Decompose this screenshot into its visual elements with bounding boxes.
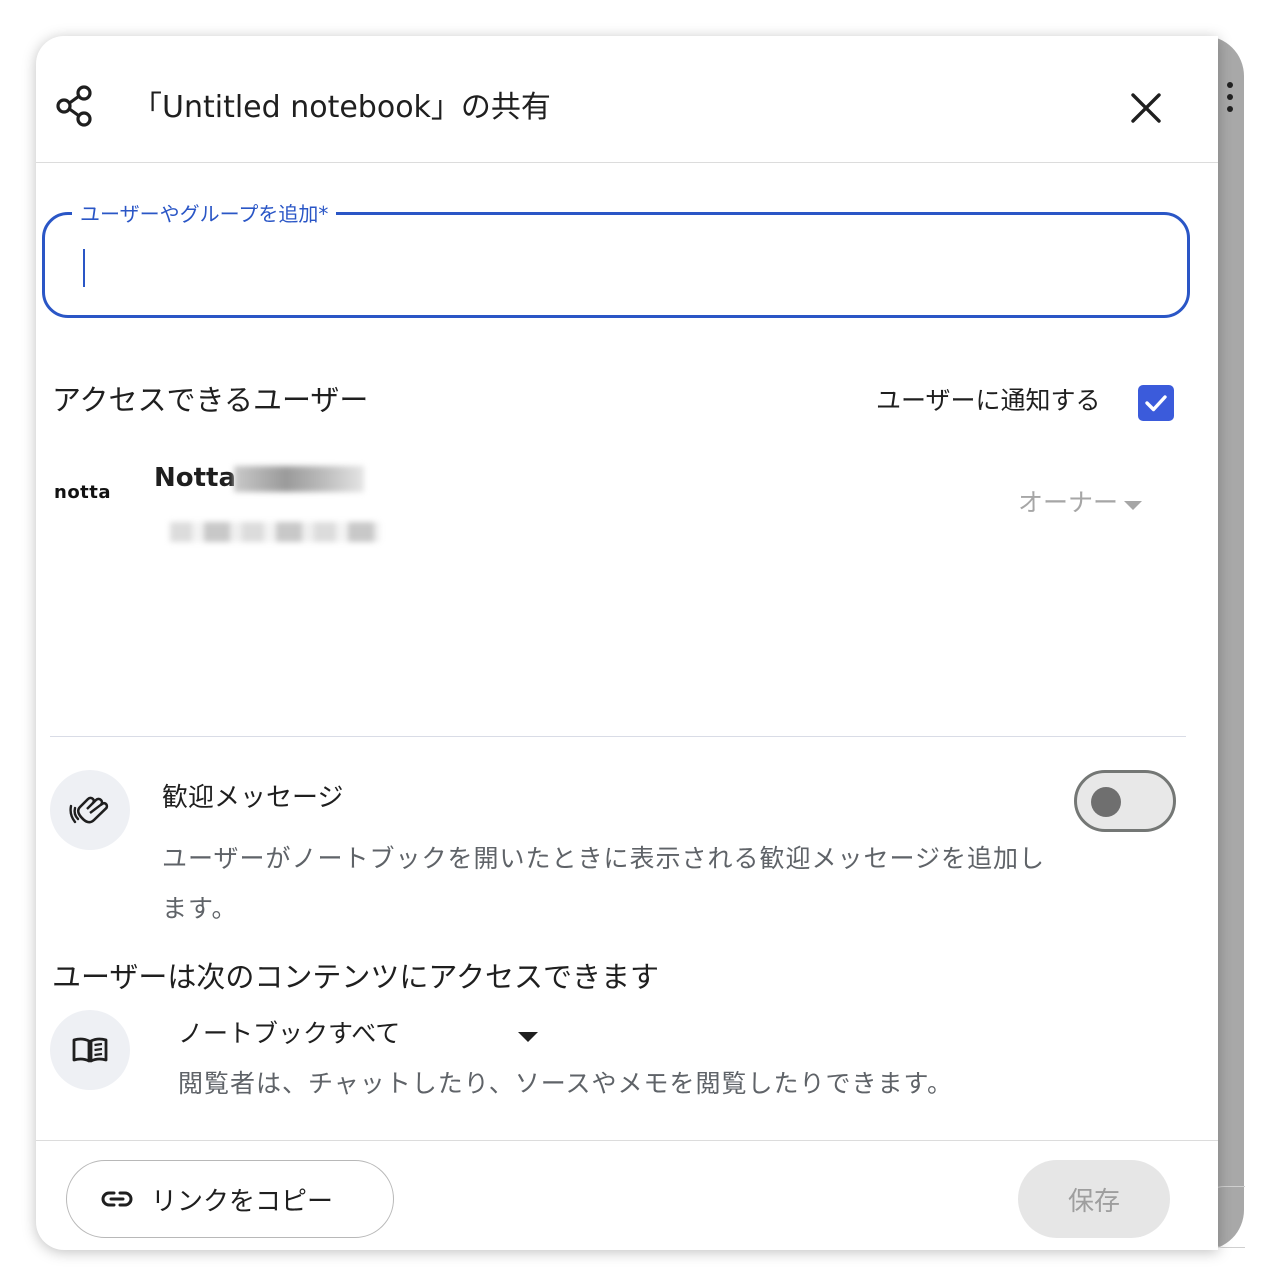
add-users-input[interactable]	[79, 243, 1143, 293]
copy-link-label: リンクをコピー	[151, 1186, 334, 1217]
chevron-down-icon	[1124, 500, 1143, 510]
content-access-heading: ユーザーは次のコンテンツにアクセスできます	[52, 960, 659, 994]
welcome-message-description: ユーザーがノートブックを開いたときに表示される歓迎メッセージを追加します。	[162, 844, 1046, 923]
role-dropdown[interactable]: オーナー	[1018, 486, 1143, 520]
footer-divider	[36, 1140, 1218, 1141]
book-icon	[50, 1010, 130, 1090]
content-scope-description: 閲覧者は、チャットしたり、ソースやメモを閲覧したりできます。	[178, 1069, 954, 1098]
share-icon	[54, 84, 94, 128]
redacted-name	[234, 466, 364, 492]
chevron-down-icon[interactable]	[518, 1032, 538, 1042]
close-icon	[1131, 93, 1161, 123]
link-icon	[101, 1191, 133, 1207]
dialog-title: 「Untitled notebook」の共有	[132, 90, 551, 125]
share-dialog: 「Untitled notebook」の共有 ユーザーやグループを追加* アクセ…	[36, 36, 1218, 1250]
section-divider	[50, 736, 1186, 737]
content-scope-dropdown[interactable]: ノートブックすべて	[178, 1016, 400, 1052]
save-button[interactable]: 保存	[1018, 1160, 1170, 1238]
welcome-message-toggle[interactable]	[1074, 770, 1176, 832]
toggle-knob	[1091, 787, 1121, 817]
access-heading: アクセスできるユーザー	[52, 383, 369, 417]
check-icon	[1145, 395, 1167, 412]
role-label: オーナー	[1018, 488, 1119, 517]
member-name: Notta	[154, 463, 237, 493]
avatar: notta	[54, 482, 112, 503]
header-divider	[36, 162, 1218, 163]
copy-link-button[interactable]: リンクをコピー	[66, 1160, 394, 1238]
redacted-email	[170, 522, 380, 542]
add-users-label: ユーザーやグループを追加*	[72, 200, 337, 228]
notify-label: ユーザーに通知する	[876, 386, 1101, 415]
notify-checkbox[interactable]	[1138, 385, 1174, 421]
text-caret	[83, 249, 85, 287]
welcome-message-title: 歓迎メッセージ	[162, 783, 344, 813]
waving-hand-icon	[50, 770, 130, 850]
more-options-icon[interactable]	[1226, 82, 1234, 112]
close-button[interactable]	[1124, 86, 1168, 130]
